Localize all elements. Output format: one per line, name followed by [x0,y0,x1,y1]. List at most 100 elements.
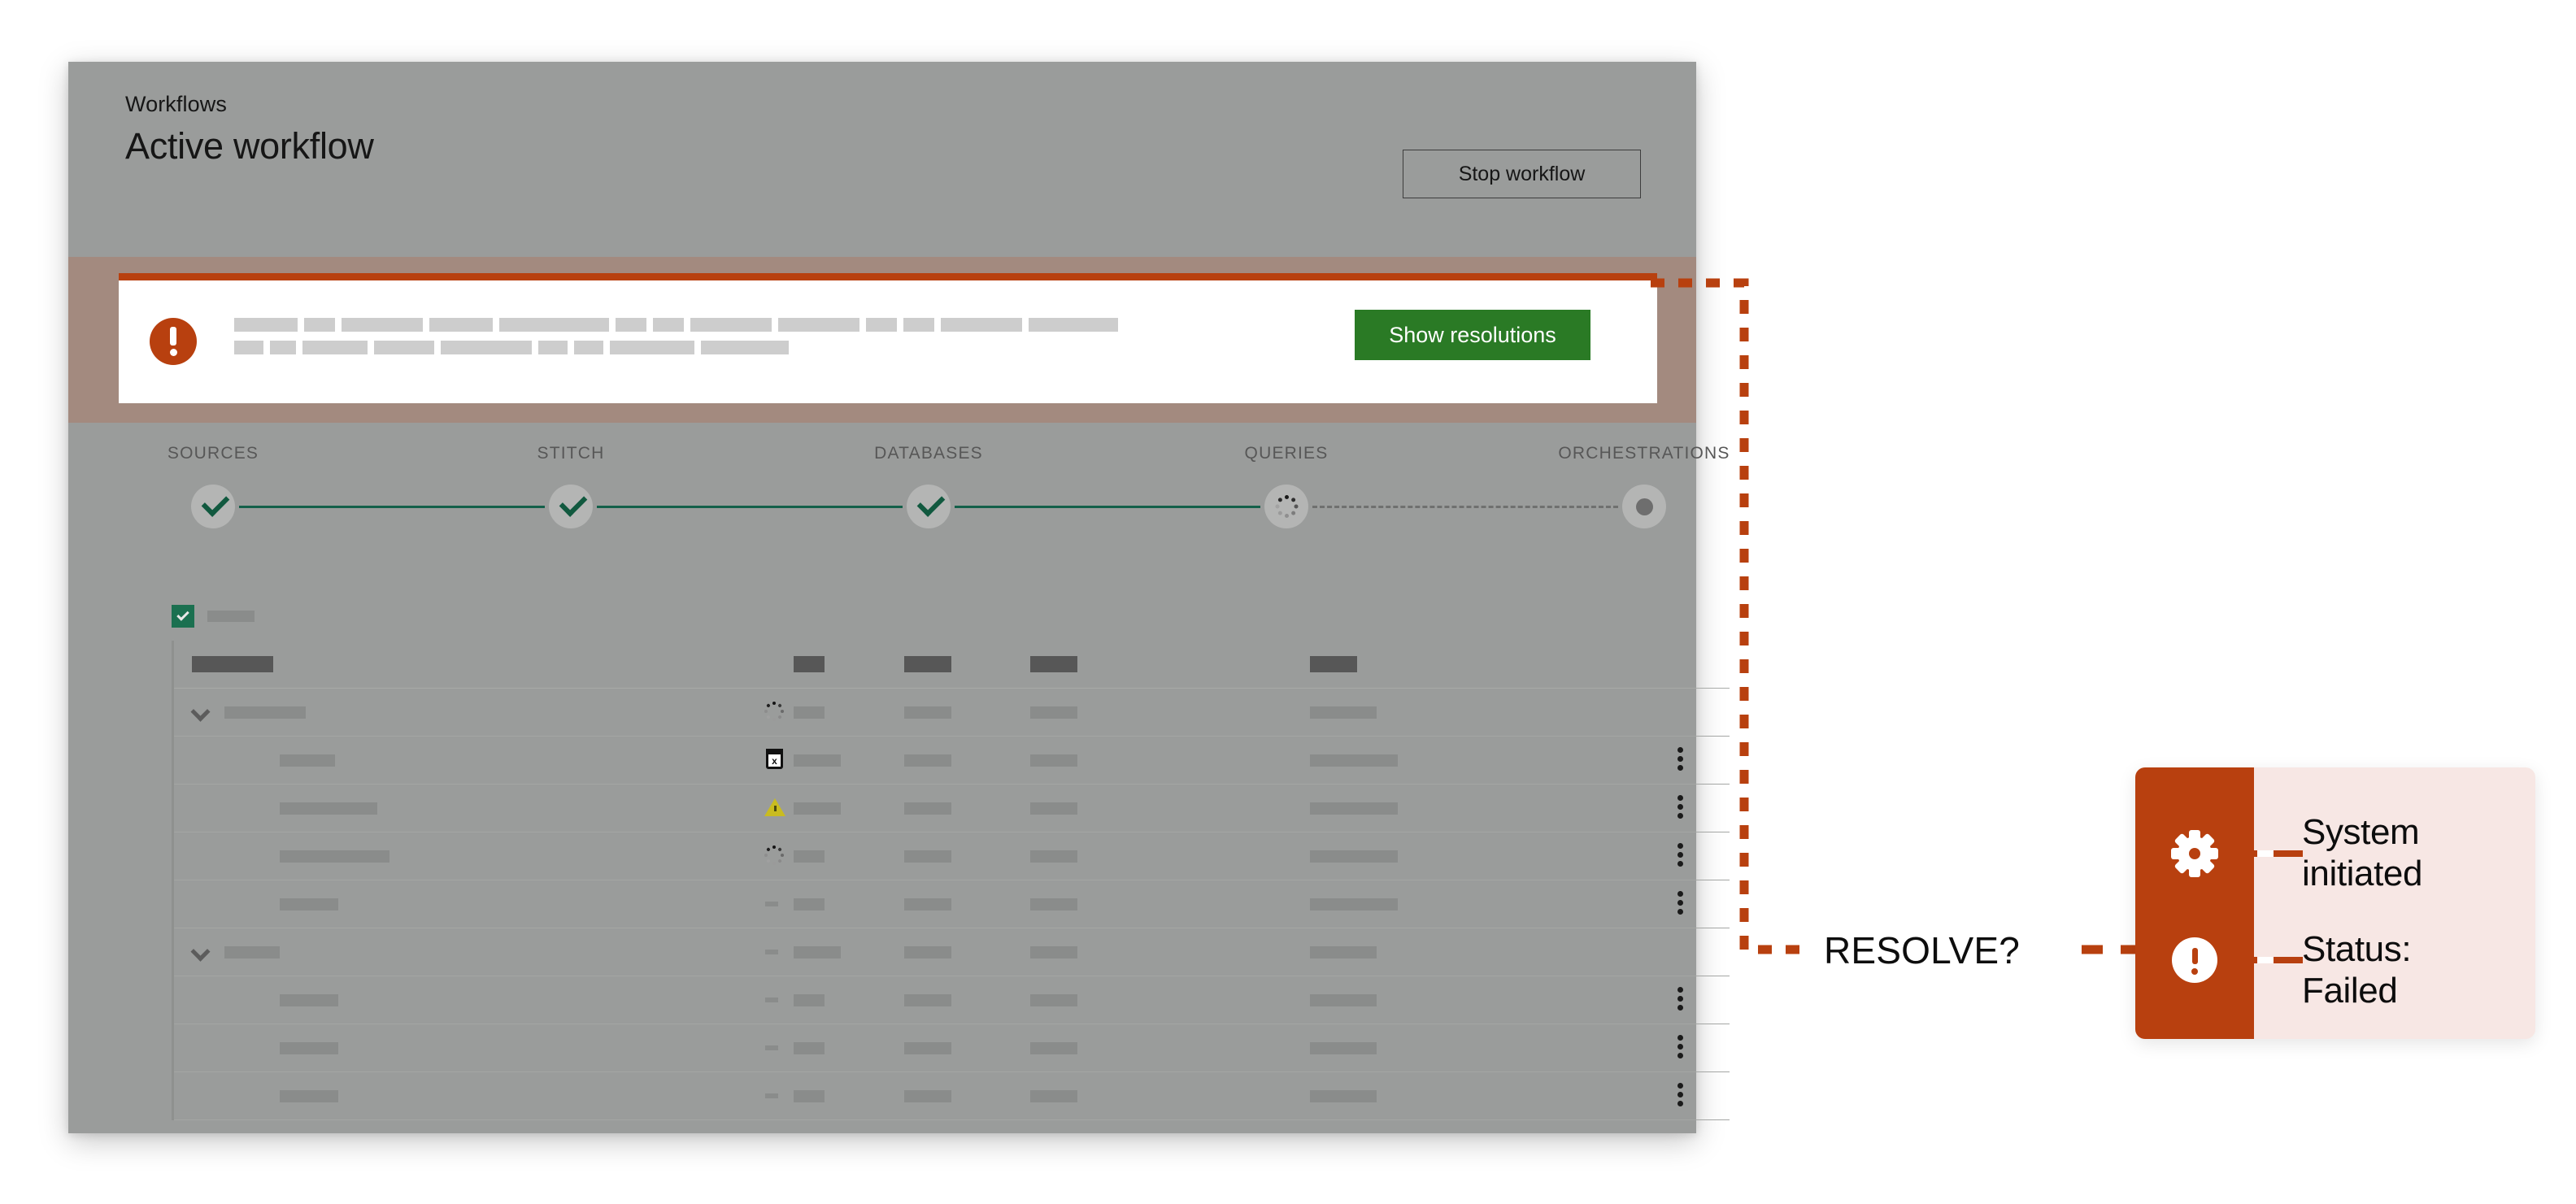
redacted-cell [904,898,951,911]
spinner-icon [764,701,786,724]
row-overflow-menu-icon[interactable] [1677,890,1684,918]
spinner-icon [764,845,786,867]
select-all-label-placeholder [207,611,255,622]
redacted-cell [904,1089,951,1102]
dash-icon [764,941,786,963]
redacted-cell [794,1089,825,1102]
table-row[interactable] [174,1072,1730,1120]
stepper-step-node [549,485,593,528]
redacted-word [441,341,532,354]
redacted-cell [1030,898,1077,911]
select-all-checkbox[interactable] [172,605,194,628]
redacted-word [610,341,694,354]
redacted-cell [1030,945,1077,958]
callout-tick-bottom-gap [2257,957,2274,963]
redacted-word [499,318,609,332]
redacted-word [1029,318,1118,332]
column-header-placeholder [904,656,951,672]
table-row[interactable] [174,928,1730,976]
error-exclamation-icon [150,318,197,365]
row-overflow-menu-icon[interactable] [1677,746,1684,774]
redacted-word [701,341,789,354]
row-overflow-menu-icon[interactable] [1677,794,1684,822]
redacted-cell [794,993,825,1006]
stepper-connector [955,506,1260,508]
redacted-cell [794,945,841,958]
redacted-cell [1030,850,1077,863]
redacted-word [342,318,423,332]
redacted-word [234,341,263,354]
stepper-step-label: SOURCES [167,444,259,463]
table-row[interactable] [174,976,1730,1024]
redacted-cell [794,754,841,767]
redacted-cell [904,754,951,767]
redacted-word [574,341,603,354]
table-row[interactable] [174,880,1730,928]
alert-message-line-1 [234,318,1210,332]
calendar-x-icon: x [764,749,786,772]
redacted-cell [904,850,951,863]
warning-icon [764,797,786,819]
resolve-annotation-label: RESOLVE? [1824,929,2021,971]
redacted-cell [1310,1089,1377,1102]
stop-workflow-button[interactable]: Stop workflow [1403,150,1641,198]
row-overflow-menu-icon[interactable] [1677,842,1684,870]
column-header-placeholder [1030,656,1077,672]
stepper-step-node [907,485,951,528]
row-name-placeholder [280,1041,338,1054]
exclamation-icon [2172,937,2217,983]
error-alert-card: Show resolutions [119,273,1657,403]
column-header-placeholder [192,656,273,672]
redacted-cell [1310,802,1398,815]
row-overflow-menu-icon[interactable] [1677,986,1684,1014]
alert-message-line-2 [234,341,1210,354]
redacted-cell [1310,1041,1377,1054]
redacted-cell [1030,1041,1077,1054]
redacted-word [302,341,368,354]
alert-band: Show resolutions [68,257,1696,423]
redacted-cell [1310,706,1377,719]
redacted-cell [904,993,951,1006]
stepper-step-label: DATABASES [874,444,983,463]
table-row[interactable]: x [174,737,1730,785]
redacted-word [690,318,772,332]
redacted-cell [904,802,951,815]
dot-icon [1636,498,1653,515]
select-all-row[interactable] [172,605,255,628]
row-overflow-menu-icon[interactable] [1677,1082,1684,1110]
redacted-cell [904,1041,951,1054]
table-row[interactable] [174,785,1730,832]
row-overflow-menu-icon[interactable] [1677,1034,1684,1062]
chevron-down-icon[interactable] [194,947,207,955]
workflow-table: x [172,641,1730,1120]
gear-tooth [2189,864,2200,877]
redacted-cell [794,1041,825,1054]
redacted-word [538,341,568,354]
redacted-word [866,318,897,332]
redacted-cell [1030,754,1077,767]
check-icon [559,489,588,517]
screenshot-root: Workflows Active workflow Stop workflow … [0,0,2576,1204]
show-resolutions-button[interactable]: Show resolutions [1355,310,1590,360]
redacted-word [429,318,493,332]
table-row[interactable] [174,689,1730,737]
row-name-placeholder [280,1089,338,1102]
dash-icon [764,1037,786,1059]
check-icon [916,489,946,517]
gear-tooth [2171,848,2184,859]
chevron-down-icon[interactable] [194,707,207,715]
table-header-row [174,641,1730,689]
app-window: Workflows Active workflow Stop workflow … [68,62,1730,1133]
table-row[interactable] [174,1024,1730,1072]
redacted-cell [1030,802,1077,815]
gear-icon [2171,830,2218,877]
redacted-cell [794,898,825,911]
callout-item-1: System initiated [2302,811,2526,894]
row-name-placeholder [280,850,389,863]
breadcrumb[interactable]: Workflows [125,92,227,117]
callout-tick-top-gap [2257,850,2274,857]
redacted-cell [1030,1089,1077,1102]
table-row[interactable] [174,832,1730,880]
dash-icon [764,989,786,1011]
redacted-word [903,318,934,332]
